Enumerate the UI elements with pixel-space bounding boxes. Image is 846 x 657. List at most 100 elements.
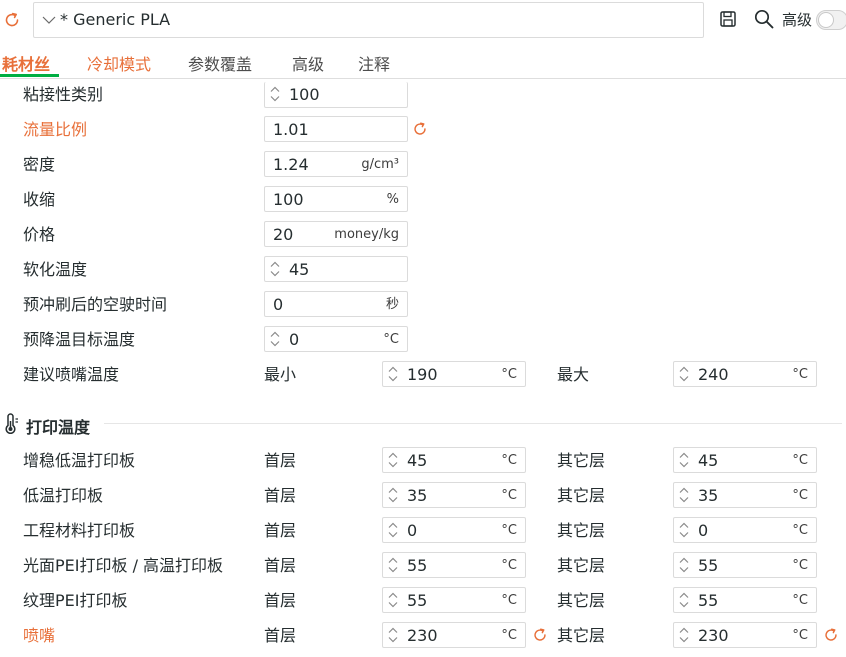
shrink-unit: % [386, 192, 399, 207]
other-layers-label: 其它层 [557, 521, 606, 540]
spin-icon[interactable] [677, 555, 691, 575]
spin-icon[interactable] [677, 625, 691, 645]
other-layers-value: 0 [698, 521, 709, 540]
advanced-toggle[interactable] [816, 10, 846, 30]
first-layer-input[interactable]: 45 °C [382, 447, 526, 473]
nozzle-max-input[interactable]: 240 °C [673, 361, 817, 387]
search-icon[interactable] [753, 8, 775, 30]
reset-icon[interactable] [2, 10, 22, 30]
soften-input[interactable]: 45 [264, 256, 408, 282]
nozzle-min-unit: °C [501, 367, 517, 382]
temp-unit: °C [501, 453, 517, 468]
first-layer-label: 首层 [264, 591, 297, 610]
other-layers-input[interactable]: 55 °C [673, 552, 817, 578]
density-label: 密度 [23, 155, 56, 174]
temp-unit: °C [792, 628, 808, 643]
spin-icon[interactable] [386, 625, 400, 645]
other-layers-value: 45 [698, 451, 719, 470]
shrink-value: 100 [273, 190, 304, 209]
section-title: 打印温度 [26, 418, 91, 437]
adhesion-input[interactable]: 100 [264, 82, 408, 108]
soften-label: 软化温度 [23, 260, 88, 279]
thermometer-icon [5, 413, 18, 434]
other-layers-label: 其它层 [557, 591, 606, 610]
tab-active-indicator [0, 74, 59, 77]
precool-input[interactable]: 0 °C [264, 326, 408, 352]
nozzle-label: 喷嘴 [23, 626, 56, 645]
temp-unit: °C [792, 523, 808, 538]
nozzle-first-layer-input[interactable]: 230 °C [382, 622, 526, 648]
soften-value: 45 [289, 260, 310, 279]
spin-icon[interactable] [386, 520, 400, 540]
tab-filament[interactable]: 耗材丝 [2, 51, 50, 75]
temp-unit: °C [501, 593, 517, 608]
plate-label: 工程材料打印板 [23, 521, 136, 540]
first-layer-value: 35 [407, 486, 428, 505]
spin-icon[interactable] [677, 590, 691, 610]
first-layer-input[interactable]: 55 °C [382, 587, 526, 613]
spin-icon[interactable] [386, 364, 400, 384]
other-layers-value: 230 [698, 626, 729, 645]
first-layer-value: 55 [407, 556, 428, 575]
reset-icon[interactable] [531, 626, 549, 644]
spin-icon[interactable] [268, 329, 282, 349]
reset-icon[interactable] [822, 626, 840, 644]
nozzle-other-layers-input[interactable]: 230 °C [673, 622, 817, 648]
precool-unit: °C [383, 332, 399, 347]
preset-name: * Generic PLA [60, 10, 171, 29]
reset-icon[interactable] [411, 120, 429, 138]
adhesion-value: 100 [289, 85, 320, 104]
first-layer-input[interactable]: 35 °C [382, 482, 526, 508]
spin-icon[interactable] [677, 364, 691, 384]
nozzle-range-label: 建议喷嘴温度 [23, 365, 120, 384]
other-layers-input[interactable]: 0 °C [673, 517, 817, 543]
shrink-input[interactable]: 100 % [264, 186, 408, 212]
price-input[interactable]: 20 money/kg [264, 221, 408, 247]
temp-unit: °C [501, 628, 517, 643]
other-layers-value: 55 [698, 556, 719, 575]
spin-icon[interactable] [386, 555, 400, 575]
max-label: 最大 [557, 365, 590, 384]
tab-advanced[interactable]: 高级 [292, 51, 324, 75]
density-input[interactable]: 1.24 g/cm³ [264, 151, 408, 177]
spin-icon[interactable] [386, 590, 400, 610]
first-layer-label: 首层 [264, 451, 297, 470]
first-layer-input[interactable]: 55 °C [382, 552, 526, 578]
toggle-knob [818, 12, 834, 28]
tab-notes[interactable]: 注释 [358, 51, 390, 75]
min-label: 最小 [264, 365, 297, 384]
temp-unit: °C [792, 558, 808, 573]
first-layer-label: 首层 [264, 486, 297, 505]
other-layers-input[interactable]: 35 °C [673, 482, 817, 508]
spin-icon[interactable] [268, 259, 282, 279]
other-layers-label: 其它层 [557, 626, 606, 645]
precool-label: 预降温目标温度 [23, 330, 136, 349]
spin-icon[interactable] [386, 485, 400, 505]
plate-label: 光面PEI打印板 / 高温打印板 [23, 556, 224, 575]
flow-value: 1.01 [273, 120, 309, 139]
chevron-down-icon [42, 16, 56, 24]
nozzle-min-input[interactable]: 190 °C [382, 361, 526, 387]
preset-select[interactable]: * Generic PLA [33, 2, 704, 38]
other-layers-input[interactable]: 55 °C [673, 587, 817, 613]
section-divider [104, 423, 842, 424]
nozzle-max-unit: °C [792, 367, 808, 382]
tab-overrides[interactable]: 参数覆盖 [188, 51, 252, 75]
spin-icon[interactable] [386, 450, 400, 470]
spin-icon[interactable] [677, 485, 691, 505]
other-layers-input[interactable]: 45 °C [673, 447, 817, 473]
purge-unit: 秒 [385, 297, 399, 312]
purge-input[interactable]: 0 秒 [264, 291, 408, 317]
tab-cooling[interactable]: 冷却模式 [87, 51, 151, 75]
other-layers-label: 其它层 [557, 486, 606, 505]
first-layer-input[interactable]: 0 °C [382, 517, 526, 543]
spin-icon[interactable] [268, 84, 282, 104]
flow-input[interactable]: 1.01 [264, 116, 408, 142]
temp-unit: °C [501, 488, 517, 503]
tab-divider [0, 78, 846, 79]
temp-unit: °C [792, 593, 808, 608]
spin-icon[interactable] [677, 520, 691, 540]
spin-icon[interactable] [677, 450, 691, 470]
other-layers-value: 55 [698, 591, 719, 610]
save-icon[interactable] [718, 9, 738, 29]
